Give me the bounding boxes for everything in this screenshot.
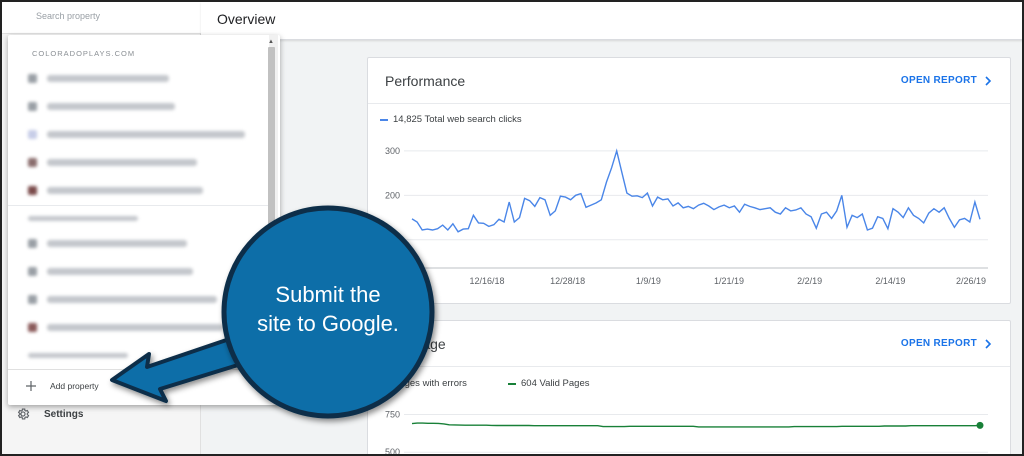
series-line <box>411 422 981 428</box>
dropdown-scrollbar[interactable]: ▲ <box>268 35 278 355</box>
add-property-label: Add property <box>50 380 99 391</box>
property-list-item[interactable] <box>28 128 245 140</box>
coverage-card: Coverage OPEN REPORT Pages with errors 6… <box>367 320 1011 456</box>
property-dropdown: COLORADOPLAYS.COM ▲ Add property <box>8 35 280 405</box>
blurred-property-name <box>47 186 203 194</box>
series-line <box>411 148 981 233</box>
property-list-item[interactable] <box>28 100 175 112</box>
series-end-point <box>976 421 984 429</box>
property-favicon-icon <box>28 294 37 304</box>
blurred-property-name <box>47 323 223 331</box>
coverage-chart: 750 500 <box>385 410 988 456</box>
x-tick-label: 2/14/19 <box>875 276 905 286</box>
property-favicon-icon <box>28 73 37 83</box>
property-list-item[interactable] <box>28 237 187 249</box>
plus-icon <box>26 380 36 391</box>
performance-card: Performance OPEN REPORT 14,825 Total web… <box>367 57 1011 304</box>
property-favicon-icon <box>28 129 37 139</box>
property-group-label: COLORADOPLAYS.COM <box>32 49 136 58</box>
settings-item[interactable]: Settings <box>16 407 83 421</box>
blurred-group-label <box>28 349 128 361</box>
performance-chart: 300 200 100 12/16/18 12/28/18 1/9/19 1/21/19 2/… <box>385 146 988 286</box>
blurred-group-text <box>28 215 138 221</box>
x-tick-label: 2/2/19 <box>797 276 822 286</box>
blurred-property-name <box>47 130 245 138</box>
property-favicon-icon <box>28 101 37 111</box>
blurred-property-name <box>47 74 169 82</box>
x-tick-label: 12/28/18 <box>550 276 585 286</box>
property-list-item[interactable] <box>28 156 197 168</box>
scrollbar-thumb[interactable] <box>268 47 275 247</box>
property-favicon-icon <box>28 185 37 195</box>
page-title: Overview <box>217 11 276 27</box>
x-tick-label: 2/26/19 <box>956 276 986 286</box>
x-tick-label: 1/9/19 <box>636 276 661 286</box>
y-tick-label: 500 <box>385 447 400 456</box>
add-property-button[interactable]: Add property <box>8 369 272 401</box>
property-favicon-icon <box>28 157 37 167</box>
y-tick-label: 300 <box>385 146 400 156</box>
blurred-property-name <box>47 239 187 247</box>
gear-icon <box>17 408 30 420</box>
top-bar: Overview <box>201 2 1022 40</box>
property-list-item[interactable] <box>28 321 223 333</box>
search-property-input[interactable]: Search property <box>2 2 201 34</box>
search-placeholder: Search property <box>36 11 101 21</box>
blurred-property-name <box>47 158 197 166</box>
blurred-group-label <box>28 212 138 224</box>
blurred-property-name <box>47 295 217 303</box>
property-list-item[interactable] <box>28 72 169 84</box>
y-tick-label: 100 <box>385 235 400 245</box>
y-tick-label: 750 <box>385 410 400 420</box>
group-divider <box>8 205 272 206</box>
property-favicon-icon <box>28 238 37 248</box>
blurred-property-name <box>47 102 175 110</box>
property-list-item[interactable] <box>28 184 203 196</box>
scroll-up-arrow-icon[interactable]: ▲ <box>268 39 274 45</box>
blurred-group-text <box>28 352 128 358</box>
property-favicon-icon <box>28 322 37 332</box>
property-list-item[interactable] <box>28 293 217 305</box>
settings-label: Settings <box>44 408 84 420</box>
x-tick-label: 1/21/19 <box>714 276 744 286</box>
y-tick-label: 200 <box>385 190 400 200</box>
x-tick-label: 12/16/18 <box>469 276 504 286</box>
property-list-item[interactable] <box>28 265 193 277</box>
property-favicon-icon <box>28 266 37 276</box>
blurred-property-name <box>47 267 193 275</box>
screenshot-frame: Search property Settings Overview Perfor… <box>0 0 1024 456</box>
